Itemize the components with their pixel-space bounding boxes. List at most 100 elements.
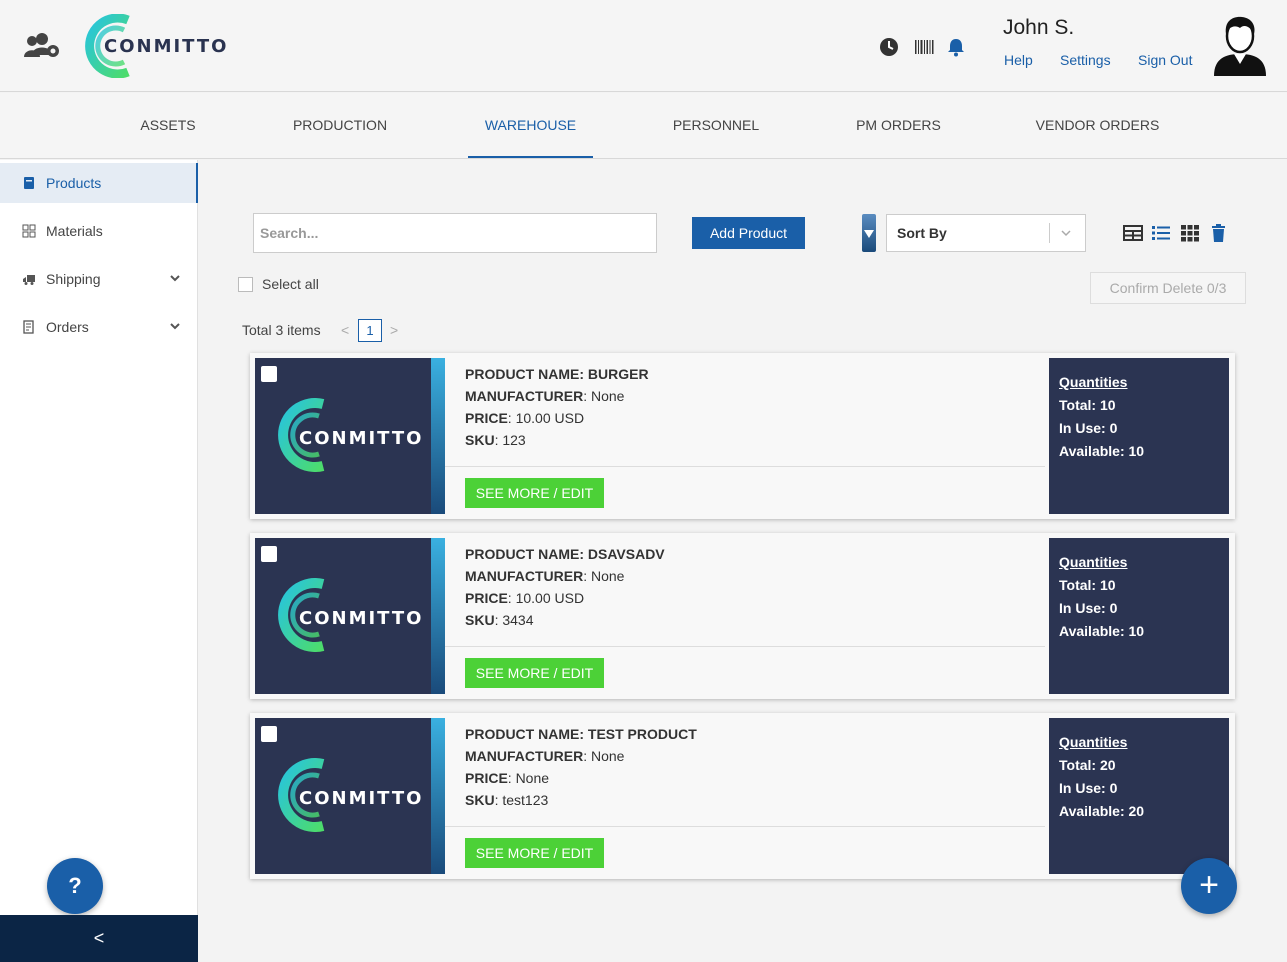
sidebar-item-shipping[interactable]: Shipping [0, 259, 198, 299]
sku-value: : test123 [494, 792, 549, 808]
product-checkbox[interactable] [261, 546, 277, 562]
total-value: 10 [1099, 397, 1116, 413]
tab-vendor-orders[interactable]: VENDOR ORDERS [1025, 93, 1170, 158]
product-thumbnail: CONMITTO [255, 718, 445, 874]
thumbnail-accent [431, 718, 445, 874]
chevron-down-icon [170, 323, 180, 330]
confirm-delete-button[interactable]: Confirm Delete 0/3 [1090, 272, 1246, 304]
select-all-checkbox[interactable] [238, 276, 253, 292]
in-use-value: 0 [1109, 600, 1118, 616]
divider [445, 466, 1045, 467]
manufacturer-value: : None [583, 568, 625, 584]
bell-icon[interactable] [946, 37, 966, 57]
sort-by-select[interactable]: Sort By [886, 214, 1086, 252]
product-checkbox[interactable] [261, 726, 277, 742]
sort-direction-toggle[interactable] [862, 214, 876, 252]
sidebar-item-label: Products [46, 175, 102, 191]
help-button[interactable]: ? [47, 858, 103, 914]
thumbnail-logo-text: CONMITTO [299, 788, 424, 809]
sku-value: : 3434 [494, 612, 534, 628]
available-value: 10 [1128, 623, 1145, 639]
sku-label: SKU [465, 792, 495, 808]
quantities-heading[interactable]: Quantities [1059, 731, 1219, 754]
sku-label: SKU [465, 612, 495, 628]
barcode-icon[interactable] [914, 37, 934, 57]
add-product-button[interactable]: Add Product [692, 217, 805, 249]
sidebar-item-products[interactable]: Products [0, 163, 198, 203]
sidebar-item-label: Shipping [46, 271, 101, 287]
available-label: Available: [1059, 803, 1125, 819]
available-value: 10 [1128, 443, 1145, 459]
trash-icon[interactable] [1209, 224, 1229, 242]
clock-icon[interactable] [879, 37, 899, 57]
product-thumbnail: CONMITTO [255, 358, 445, 514]
product-card: CONMITTO PRODUCT NAME: DSAVSADV MANUFACT… [250, 533, 1235, 699]
avatar[interactable] [1212, 14, 1268, 76]
price-label: PRICE [465, 410, 508, 426]
divider [445, 826, 1045, 827]
receipt-icon [23, 320, 34, 334]
thumbnail-accent [431, 538, 445, 694]
grid-icon [22, 224, 36, 238]
product-info: PRODUCT NAME: BURGER MANUFACTURER: None … [465, 363, 649, 451]
grid-view-icon[interactable] [1180, 224, 1200, 242]
in-use-label: In Use: [1059, 780, 1106, 796]
sidebar-item-orders[interactable]: Orders [0, 307, 198, 347]
sign-out-link[interactable]: Sign Out [1138, 52, 1192, 68]
available-label: Available: [1059, 623, 1125, 639]
table-view-icon[interactable] [1123, 224, 1143, 242]
manufacturer-value: : None [583, 388, 625, 404]
product-thumbnail: CONMITTO [255, 538, 445, 694]
chevron-down-icon [1061, 230, 1071, 237]
prev-page-button[interactable]: < [341, 322, 349, 338]
in-use-value: 0 [1109, 420, 1118, 436]
select-all-label: Select all [262, 276, 319, 292]
tab-assets[interactable]: ASSETS [128, 93, 208, 158]
settings-link[interactable]: Settings [1060, 52, 1111, 68]
in-use-value: 0 [1109, 780, 1118, 796]
total-label: Total: [1059, 757, 1097, 773]
manufacturer-label: MANUFACTURER [465, 748, 584, 764]
quantities-heading[interactable]: Quantities [1059, 371, 1219, 394]
caret-down-icon [864, 230, 874, 238]
sidebar-item-materials[interactable]: Materials [0, 211, 198, 251]
tab-production[interactable]: PRODUCTION [280, 93, 400, 158]
select-all-control[interactable]: Select all [238, 276, 319, 292]
search-input[interactable] [253, 213, 657, 253]
see-more-edit-button[interactable]: SEE MORE / EDIT [465, 838, 604, 868]
product-name-label: PRODUCT NAME: [465, 726, 584, 742]
truck-icon [23, 275, 35, 285]
list-view-icon[interactable] [1151, 224, 1171, 242]
select-separator [1049, 223, 1050, 243]
next-page-button[interactable]: > [390, 322, 398, 338]
manufacturer-label: MANUFACTURER [465, 388, 584, 404]
product-name-label: PRODUCT NAME: [465, 546, 584, 562]
add-fab-button[interactable]: + [1181, 858, 1237, 914]
total-value: 20 [1099, 757, 1116, 773]
help-link[interactable]: Help [1004, 52, 1033, 68]
sidebar-item-label: Materials [46, 223, 103, 239]
tab-warehouse[interactable]: WAREHOUSE [468, 93, 593, 158]
total-items: Total 3 items [242, 322, 321, 338]
total-label: Total: [1059, 397, 1097, 413]
product-name-label: PRODUCT NAME: [465, 366, 584, 382]
product-info: PRODUCT NAME: TEST PRODUCT MANUFACTURER:… [465, 723, 697, 811]
product-name: BURGER [587, 366, 649, 382]
app-header: CONMITTO John S. Help Settings Sign Out [0, 0, 1287, 92]
page-number[interactable]: 1 [358, 319, 382, 342]
total-label: Total: [1059, 577, 1097, 593]
divider [445, 646, 1045, 647]
available-value: 20 [1128, 803, 1145, 819]
user-name: John S. [1003, 16, 1075, 39]
thumbnail-logo-text: CONMITTO [299, 608, 424, 629]
quantities-heading[interactable]: Quantities [1059, 551, 1219, 574]
team-settings-icon[interactable] [23, 33, 61, 59]
tab-personnel[interactable]: PERSONNEL [662, 93, 770, 158]
product-card: CONMITTO PRODUCT NAME: TEST PRODUCT MANU… [250, 713, 1235, 879]
see-more-edit-button[interactable]: SEE MORE / EDIT [465, 658, 604, 688]
collapse-sidebar-button[interactable]: < [0, 915, 198, 962]
tab-pm-orders[interactable]: PM ORDERS [846, 93, 951, 158]
see-more-edit-button[interactable]: SEE MORE / EDIT [465, 478, 604, 508]
manufacturer-label: MANUFACTURER [465, 568, 584, 584]
product-checkbox[interactable] [261, 366, 277, 382]
